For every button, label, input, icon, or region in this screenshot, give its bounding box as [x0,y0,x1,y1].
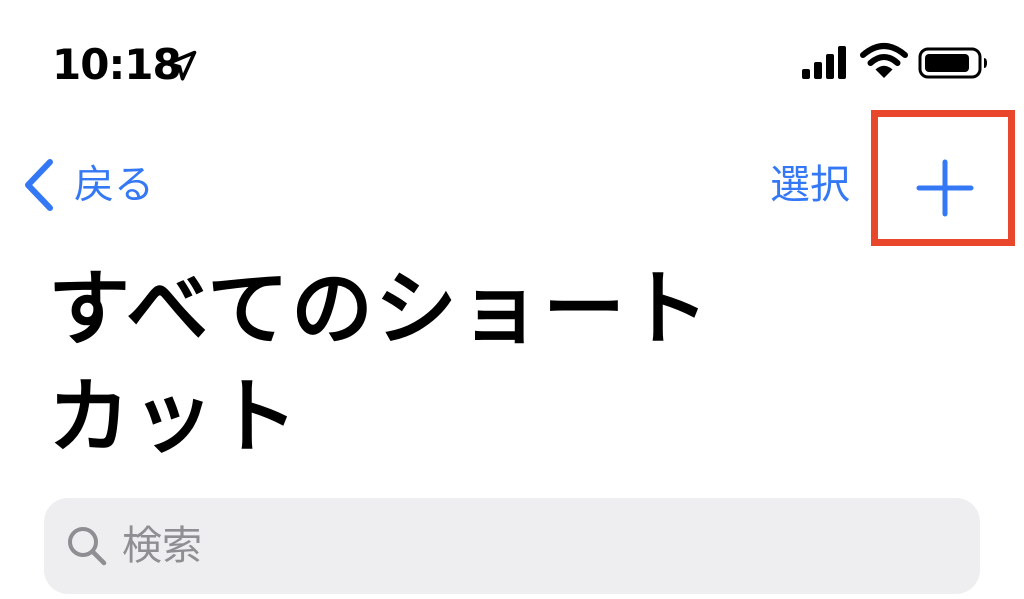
back-button[interactable]: 戻る [22,150,154,220]
cellular-signal-icon [802,46,846,79]
back-label: 戻る [74,162,154,208]
status-time: 10:18 [52,40,182,89]
page-title-line-2: カット [48,370,301,465]
search-placeholder: 検索 [122,523,202,569]
navigation-bar: 戻る 選択 [0,110,1024,250]
location-arrow-icon [165,50,197,81]
select-button[interactable]: 選択 [770,160,850,210]
search-icon [68,527,107,566]
battery-icon [918,47,987,79]
plus-icon[interactable] [915,158,975,218]
page-title-line-1: すべてのショート [48,262,711,357]
wifi-icon [860,43,908,78]
chevron-left-icon [25,159,53,211]
search-input[interactable]: 検索 [44,498,980,594]
page-title: すべてのショート カット [48,256,808,472]
